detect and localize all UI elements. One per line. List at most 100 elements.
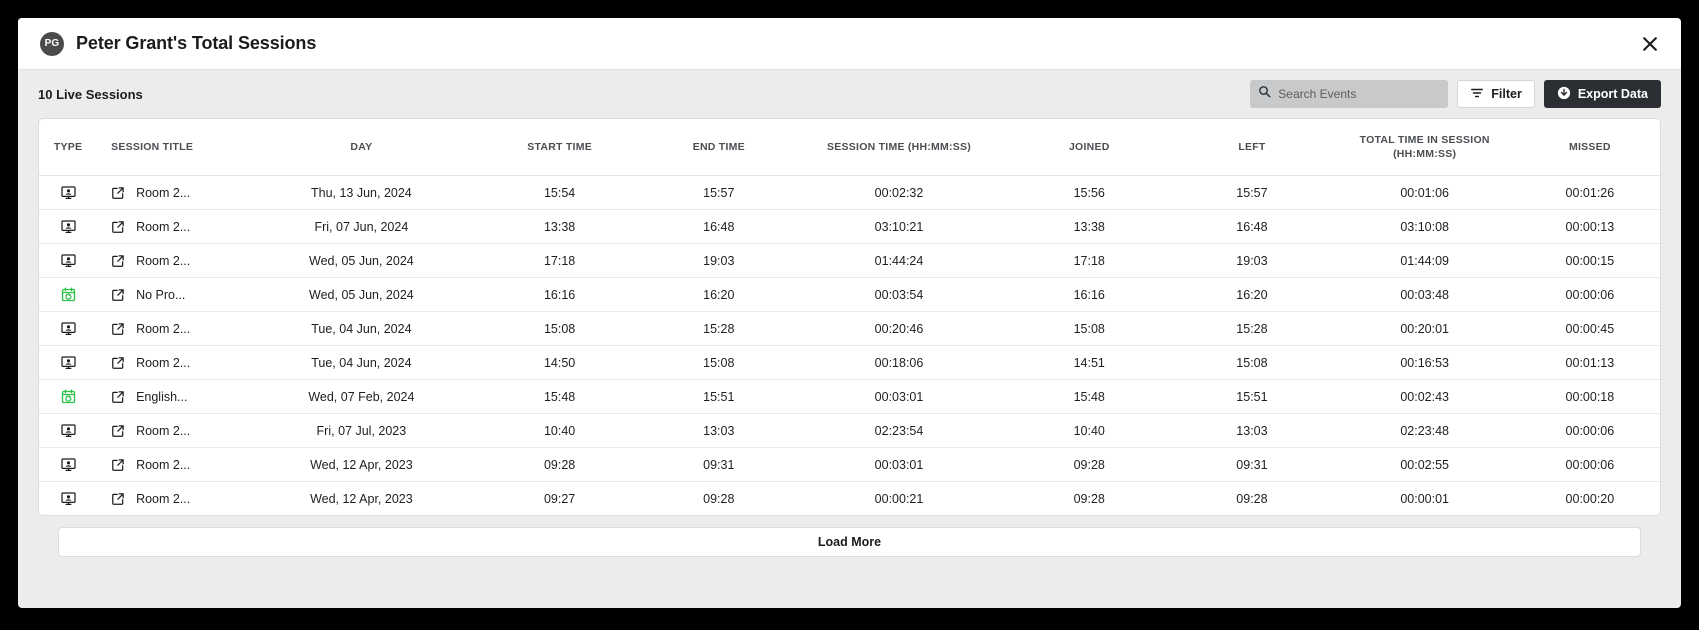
cell-start-time: 14:50 bbox=[475, 345, 644, 381]
session-title-text: English... bbox=[136, 389, 188, 404]
cell-left: 16:48 bbox=[1174, 209, 1330, 245]
cell-left: 15:28 bbox=[1174, 311, 1330, 347]
export-data-button[interactable]: Export Data bbox=[1543, 80, 1661, 108]
cell-end-time: 16:20 bbox=[643, 277, 794, 313]
cell-missed: 00:00:06 bbox=[1519, 413, 1660, 449]
session-title-text: Room 2... bbox=[136, 491, 191, 506]
search-input[interactable] bbox=[1278, 87, 1441, 101]
cell-start-time: 09:27 bbox=[543, 491, 576, 506]
cell-total-time: 00:02:55 bbox=[1329, 447, 1520, 483]
webinar-screen-icon bbox=[43, 355, 93, 370]
table-row[interactable]: Room 2... Wed, 12 Apr, 2023 09:28 09:31 00:0… bbox=[39, 447, 1660, 483]
modal-header: PG Peter Grant's Total Sessions bbox=[18, 18, 1681, 70]
cell-total-time: 00:01:06 bbox=[1329, 175, 1520, 211]
cell-missed: 00:00:20 bbox=[1565, 491, 1615, 506]
column-header-missed[interactable]: MISSED bbox=[1519, 119, 1660, 177]
webinar-screen-icon bbox=[43, 253, 93, 268]
screen-background: PG Peter Grant's Total Sessions 10 Live … bbox=[0, 0, 1699, 630]
cell-left: 16:20 bbox=[1174, 277, 1330, 313]
cell-type bbox=[39, 482, 97, 515]
session-title-text: No Pro... bbox=[136, 287, 186, 302]
external-link-icon[interactable] bbox=[111, 322, 125, 336]
external-link-icon[interactable] bbox=[111, 186, 125, 200]
cell-joined: 10:40 bbox=[1004, 413, 1175, 449]
cell-type bbox=[39, 277, 98, 313]
cell-session-title: Room 2... bbox=[97, 413, 248, 449]
column-header-day[interactable]: DAY bbox=[247, 119, 476, 177]
filter-label: Filter bbox=[1491, 87, 1522, 101]
cell-total-time: 00:16:53 bbox=[1329, 345, 1520, 381]
cell-session-time: 00:18:06 bbox=[793, 345, 1005, 381]
cell-end-time: 15:28 bbox=[643, 311, 794, 347]
cell-joined: 16:16 bbox=[1004, 277, 1175, 313]
column-header-left[interactable]: LEFT bbox=[1174, 119, 1330, 177]
cell-type bbox=[39, 175, 98, 211]
session-title-text: Room 2... bbox=[136, 219, 191, 234]
column-header-session-title[interactable]: SESSION TITLE bbox=[97, 119, 248, 177]
sessions-table: TYPE SESSION TITLE DAY START TIME END TI… bbox=[39, 119, 1660, 515]
table-row[interactable]: Room 2... Tue, 04 Jun, 2024 15:08 15:28 00:2… bbox=[39, 311, 1660, 347]
cell-session-title: Room 2... bbox=[97, 482, 247, 515]
cell-type bbox=[39, 379, 98, 415]
column-header-end-time[interactable]: END TIME bbox=[643, 119, 794, 177]
external-link-icon[interactable] bbox=[111, 492, 125, 506]
filter-button[interactable]: Filter bbox=[1457, 80, 1535, 108]
webinar-screen-icon bbox=[43, 457, 93, 472]
table-header: TYPE SESSION TITLE DAY START TIME END TI… bbox=[39, 119, 1660, 177]
load-more-label: Load More bbox=[817, 535, 882, 550]
cell-type bbox=[39, 209, 98, 245]
cell-total-time: 00:02:43 bbox=[1329, 379, 1520, 415]
cell-session-title: Room 2... bbox=[97, 447, 248, 483]
external-link-icon[interactable] bbox=[111, 390, 125, 404]
external-link-icon[interactable] bbox=[111, 356, 125, 370]
cell-start-time: 17:18 bbox=[475, 243, 644, 279]
cell-left: 15:08 bbox=[1174, 345, 1330, 381]
cell-missed: 00:00:06 bbox=[1519, 277, 1660, 313]
cell-day: Wed, 12 Apr, 2023 bbox=[247, 447, 476, 483]
cell-start-time: 15:48 bbox=[475, 379, 644, 415]
column-header-start-time[interactable]: START TIME bbox=[475, 119, 644, 177]
webinar-screen-icon bbox=[43, 321, 93, 336]
cell-missed: 00:00:45 bbox=[1519, 311, 1660, 347]
cell-missed: 00:00:15 bbox=[1519, 243, 1660, 279]
load-more-button[interactable]: Load More bbox=[58, 527, 1641, 558]
search-icon bbox=[1258, 85, 1271, 103]
table-row[interactable]: Room 2... Thu, 13 Jun, 2024 15:54 15:57 00:0… bbox=[39, 175, 1660, 211]
external-link-icon[interactable] bbox=[111, 288, 125, 302]
cell-type bbox=[39, 413, 98, 449]
cell-joined: 09:28 bbox=[1073, 491, 1105, 506]
cell-day: Fri, 07 Jun, 2024 bbox=[247, 209, 476, 245]
table-row[interactable]: English... Wed, 07 Feb, 2024 15:48 15:51 00:… bbox=[39, 379, 1660, 415]
cell-session-title: English... bbox=[97, 379, 248, 415]
cell-end-time: 15:51 bbox=[643, 379, 794, 415]
session-title-text: Room 2... bbox=[136, 423, 191, 438]
external-link-icon[interactable] bbox=[111, 220, 125, 234]
table-row[interactable]: No Pro... Wed, 05 Jun, 2024 16:16 16:20 00:0… bbox=[39, 277, 1660, 313]
cell-type bbox=[39, 243, 98, 279]
cell-session-title: Room 2... bbox=[97, 175, 248, 211]
table-row[interactable]: Room 2... Wed, 12 Apr, 2023 09:27 09:28 00:0… bbox=[39, 482, 1660, 515]
close-button[interactable] bbox=[1637, 31, 1663, 57]
sessions-modal: PG Peter Grant's Total Sessions 10 Live … bbox=[18, 18, 1681, 608]
cell-start-time: 10:40 bbox=[475, 413, 644, 449]
cell-session-time: 03:10:21 bbox=[793, 209, 1005, 245]
search-box[interactable] bbox=[1250, 80, 1449, 108]
external-link-icon[interactable] bbox=[111, 458, 125, 472]
table-row[interactable]: Room 2... Tue, 04 Jun, 2024 14:50 15:08 00:1… bbox=[39, 345, 1660, 381]
table-row[interactable]: Room 2... Wed, 05 Jun, 2024 17:18 19:03 01:4… bbox=[39, 243, 1660, 279]
external-link-icon[interactable] bbox=[111, 254, 125, 268]
column-header-type[interactable]: TYPE bbox=[39, 119, 98, 177]
cell-total-time: 00:03:48 bbox=[1329, 277, 1520, 313]
webinar-screen-icon bbox=[43, 423, 93, 438]
column-header-session-time[interactable]: SESSION TIME (HH:MM:SS) bbox=[793, 119, 1005, 177]
cell-missed: 00:00:13 bbox=[1519, 209, 1660, 245]
cell-type bbox=[39, 311, 98, 347]
cell-missed: 00:01:26 bbox=[1519, 175, 1660, 211]
column-header-joined[interactable]: JOINED bbox=[1004, 119, 1175, 177]
table-row[interactable]: Room 2... Fri, 07 Jul, 2023 10:40 13:03 02:2… bbox=[39, 413, 1660, 449]
column-header-total-time[interactable]: TOTAL TIME IN SESSION (HH:MM:SS) bbox=[1329, 119, 1520, 177]
table-row[interactable]: Room 2... Fri, 07 Jun, 2024 13:38 16:48 03:1… bbox=[39, 209, 1660, 245]
cell-total-time: 02:23:48 bbox=[1329, 413, 1520, 449]
external-link-icon[interactable] bbox=[111, 424, 125, 438]
cell-type bbox=[39, 447, 98, 483]
